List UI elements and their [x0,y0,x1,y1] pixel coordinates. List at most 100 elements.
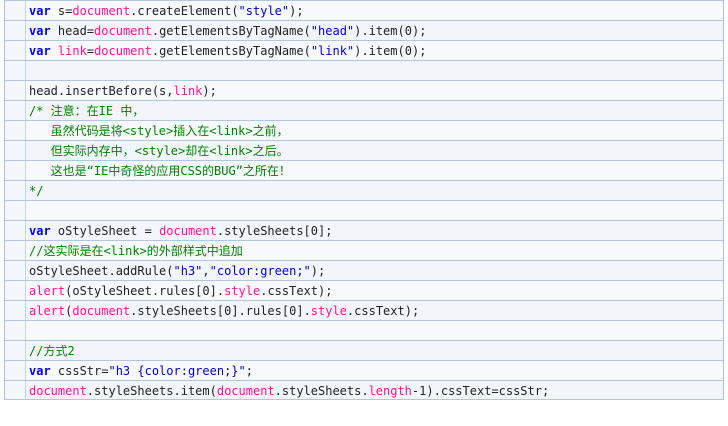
code-line [5,200,723,220]
line-gutter [5,41,26,60]
code-text: alert(oStyleSheet.rules[0].style.cssText… [29,281,332,301]
code-token: var [29,4,51,18]
code-token: length [368,384,412,398]
line-gutter [5,81,26,100]
code-token: document [216,384,275,398]
code-token: document [29,384,87,398]
code-line: document.styleSheets.item(document.style… [5,380,723,400]
code-line: var cssStr="h3 {color:green;}"; [5,360,723,380]
line-gutter [5,221,26,240]
code-text: head.insertBefore(s,link); [29,81,217,101]
code-token: var [29,224,51,238]
code-token: "color:green;" [209,264,311,278]
code-token: cssStr= [50,364,109,378]
code-token: ); [289,4,304,18]
code-token: ); [411,24,427,38]
line-gutter [5,281,26,300]
code-line: alert(oStyleSheet.rules[0].style.cssText… [5,280,723,300]
code-token: 但实际内存中，<style>却在<link>之后。 [29,144,289,158]
line-gutter [5,181,26,200]
code-line: alert(document.styleSheets[0].rules[0].s… [5,300,723,320]
code-line: //这实际是在<link>的外部样式中追加 [5,240,723,260]
code-token: .createElement( [130,4,239,18]
code-token: head.insertBefore(s, [29,84,174,98]
line-gutter [5,161,26,180]
line-gutter [5,201,26,220]
code-line: var link=document.getElementsByTagName("… [5,40,723,60]
code-text: var s=document.createElement("style"); [29,1,304,21]
code-line: 虽然代码是将<style>插入在<link>之前， [5,120,723,140]
code-token: .cssText); [346,304,420,318]
code-token: document [72,304,131,318]
code-text: var cssStr="h3 {color:green;}"; [29,361,253,381]
code-token: */ [29,184,44,198]
code-line [5,320,723,340]
line-gutter [5,321,26,340]
code-token: "h3 {color:green;}" [108,364,246,378]
code-token: = [86,44,95,58]
code-token: var [29,44,51,58]
code-token: alert [29,304,66,318]
code-token: ]. [296,304,311,318]
line-gutter [5,381,26,399]
code-text: oStyleSheet.addRule("h3","color:green;")… [29,261,325,281]
line-gutter [5,101,26,120]
code-token: .getElementsByTagName( [151,24,311,38]
code-token: link [173,84,203,98]
code-line: head.insertBefore(s,link); [5,80,723,100]
code-token: "link" [310,44,355,58]
code-token: ]; [318,224,333,238]
line-gutter [5,21,26,40]
code-token: var [29,364,51,378]
code-line: var head=document.getElementsByTagName("… [5,20,723,40]
code-token: "h3" [173,264,203,278]
line-gutter [5,341,26,360]
code-token: ).cssText=cssStr; [426,384,550,398]
line-gutter [5,241,26,260]
code-token: style [224,284,261,298]
code-block: var s=document.createElement("style"); va… [4,0,724,400]
code-token: 0 [310,224,319,238]
code-token: = [86,24,95,38]
code-line: //方式2 [5,340,723,360]
code-text: //方式2 [29,341,75,361]
code-token: .styleSheets[ [130,304,225,318]
code-text: 但实际内存中，<style>却在<link>之后。 [29,141,289,161]
code-token: .getElementsByTagName( [151,44,311,58]
line-gutter [5,1,26,20]
code-text: //这实际是在<link>的外部样式中追加 [29,241,243,261]
code-text: var link=document.getElementsByTagName("… [29,41,426,61]
line-gutter [5,141,26,160]
code-token: ); [202,84,217,98]
code-token: oStyleSheet = [50,224,160,238]
code-text: 这也是“IE中奇怪的应用CSS的BUG”之所在！ [29,161,291,181]
code-token: .styleSheets.item( [86,384,217,398]
code-token: ); [411,44,427,58]
code-token: .styleSheets. [274,384,369,398]
code-token: s [50,4,66,18]
code-line: 这也是“IE中奇怪的应用CSS的BUG”之所在！ [5,160,723,180]
code-token: alert [29,284,66,298]
code-token: link [57,44,87,58]
code-token: //方式2 [29,344,75,358]
code-token: ).item( [354,44,405,58]
code-token: oStyleSheet.addRule( [29,264,174,278]
line-gutter [5,121,26,140]
code-token: "head" [310,24,355,38]
code-token: ).item( [354,24,405,38]
code-line [5,60,723,80]
code-line: var s=document.createElement("style"); [5,0,723,20]
code-token: .cssText); [260,284,333,298]
code-token: ; [245,364,253,378]
code-line: */ [5,180,723,200]
code-token: style [310,304,347,318]
line-gutter [5,301,26,320]
code-token: ); [310,264,326,278]
code-token: 0 [404,24,412,38]
code-token: 虽然代码是将<style>插入在<link>之前， [29,124,289,138]
code-text: */ [29,181,43,201]
code-token: document [159,224,217,238]
code-text: /* 注意：在IE 中， [29,101,144,121]
code-token: ].rules[ [231,304,290,318]
